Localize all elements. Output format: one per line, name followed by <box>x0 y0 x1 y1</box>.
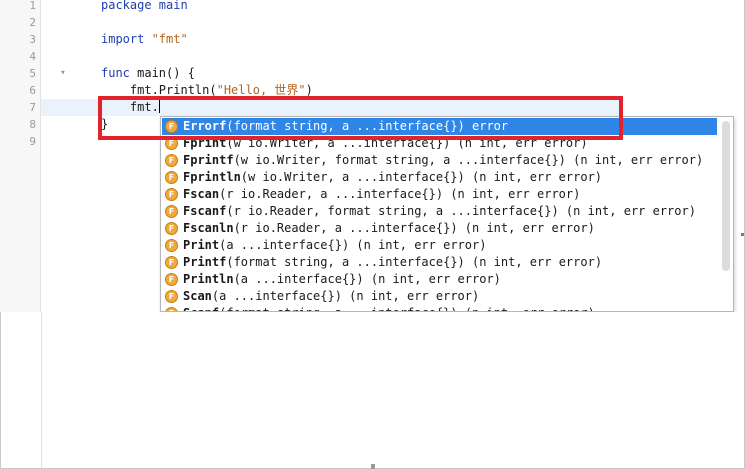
code-token: import <box>101 32 152 46</box>
completion-item[interactable]: F Printf(format string, a ...interface{})… <box>162 254 717 271</box>
function-icon: F <box>165 273 178 286</box>
code-token: ) <box>305 83 313 97</box>
function-icon: F <box>165 188 178 201</box>
completion-item[interactable]: F Print(a ...interface{}) (n int, err err… <box>162 237 717 254</box>
annotation-highlight-box <box>98 96 623 140</box>
autocomplete-popup[interactable]: F Errorf(format string, a ...interface{})… <box>160 116 734 312</box>
function-icon: F <box>165 222 178 235</box>
completion-signature: Fscan(r io.Reader, a ...interface{}) (n … <box>183 186 580 203</box>
completion-item[interactable]: F Fscan(r io.Reader, a ...interface{}) (n… <box>162 186 717 203</box>
completion-params: (w io.Writer, a ...interface{}) (n int, … <box>240 170 603 184</box>
line-number: 2 <box>29 16 36 29</box>
function-icon: F <box>165 256 178 269</box>
function-icon: F <box>165 205 178 218</box>
line-number: 9 <box>29 135 36 148</box>
line-number: 7 <box>29 101 36 114</box>
panel-splitter-handle[interactable] <box>371 464 375 469</box>
completion-params: (w io.Writer, format string, a ...interf… <box>233 153 704 167</box>
completion-signature: Fscanf(r io.Reader, format string, a ...… <box>183 203 696 220</box>
completion-function-name: Fscanf <box>183 204 227 218</box>
completion-item[interactable]: FScanf(format string, a ...interface{}) … <box>162 305 717 311</box>
completion-item[interactable]: F Fscanln(r io.Reader, a ...interface{}) … <box>162 220 717 237</box>
fold-toggle-icon[interactable]: ▾ <box>58 65 68 82</box>
completion-signature: Print(a ...interface{}) (n int, err erro… <box>183 237 486 254</box>
completion-params: (format string, a ...interface{}) (n int… <box>226 255 603 269</box>
completion-function-name: Printf <box>183 255 227 269</box>
completion-params: (r io.Reader, format string, a ...interf… <box>226 204 696 218</box>
completion-signature: Scan(a ...interface{}) (n int, err error… <box>183 288 479 305</box>
completion-params: (r io.Reader, a ...interface{}) (n int, … <box>233 221 595 235</box>
completion-signature: Fprintf(w io.Writer, format string, a ..… <box>183 152 703 169</box>
completion-params: (a ...interface{}) (n int, err error) <box>219 238 487 252</box>
code-token: fmt.Println( <box>101 83 217 97</box>
completion-function-name: Fprintln <box>183 170 241 184</box>
completion-item[interactable]: F Fprintf(w io.Writer, format string, a .… <box>162 152 717 169</box>
editor-edge-marker <box>741 233 744 236</box>
completion-params: (r io.Reader, a ...interface{}) (n int, … <box>219 187 581 201</box>
completion-function-name: Println <box>183 272 234 286</box>
code-token: func <box>101 66 138 80</box>
code-line[interactable]: package main <box>101 0 188 14</box>
code-line[interactable]: import "fmt" <box>101 31 188 48</box>
line-number: 4 <box>29 50 36 63</box>
function-icon: F <box>165 154 178 167</box>
function-icon: F <box>165 171 178 184</box>
completion-signature: Scanf(format string, a ...interface{}) (… <box>183 305 595 311</box>
completion-params: (a ...interface{}) (n int, err error) <box>233 272 501 286</box>
completion-item[interactable]: F Scan(a ...interface{}) (n int, err erro… <box>162 288 717 305</box>
completion-signature: Printf(format string, a ...interface{}) … <box>183 254 602 271</box>
code-token: "Hello, 世界" <box>216 83 306 97</box>
completion-params: (a ...interface{}) (n int, err error) <box>211 289 480 303</box>
completion-item[interactable]: F Println(a ...interface{}) (n int, err e… <box>162 271 717 288</box>
completion-function-name: Fscan <box>183 187 220 201</box>
completion-function-name: Fscanln <box>183 221 234 235</box>
code-token: package main <box>101 0 188 12</box>
line-number: 8 <box>29 118 36 131</box>
completion-signature: Fscanln(r io.Reader, a ...interface{}) (… <box>183 220 595 237</box>
line-number: 6 <box>29 84 36 97</box>
autocomplete-scroll-thumb[interactable] <box>722 121 730 271</box>
completion-function-name: Fprintf <box>183 153 234 167</box>
completion-signature: Fprintln(w io.Writer, a ...interface{}) … <box>183 169 602 186</box>
function-icon: F <box>165 239 178 252</box>
code-token: "fmt" <box>151 32 188 46</box>
function-icon: F <box>165 290 178 303</box>
completion-function-name: Print <box>183 238 220 252</box>
completion-item[interactable]: F Fscanf(r io.Reader, format string, a ..… <box>162 203 717 220</box>
line-number: 1 <box>29 0 36 12</box>
code-line[interactable]: func main() { <box>101 65 195 82</box>
lower-panel <box>41 312 744 468</box>
line-number: 5 <box>29 67 36 80</box>
code-editor[interactable]: 1 package main 2 3 import "fmt" 4 5 ▾ func main(… <box>0 0 744 312</box>
autocomplete-scrollbar[interactable] <box>722 121 730 309</box>
completion-item[interactable]: F Fprintln(w io.Writer, a ...interface{})… <box>162 169 717 186</box>
completion-signature: Println(a ...interface{}) (n int, err er… <box>183 271 501 288</box>
completion-function-name: Scan <box>183 289 212 303</box>
line-number: 3 <box>29 33 36 46</box>
code-token: main() { <box>137 66 195 80</box>
